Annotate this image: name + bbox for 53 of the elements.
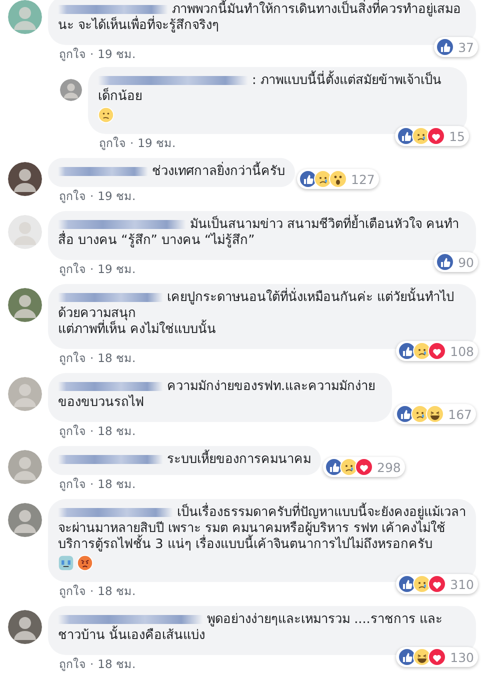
like-link[interactable]: ถูกใจ [99, 136, 126, 150]
separator-dot: · [90, 657, 94, 671]
like-link[interactable]: ถูกใจ [59, 424, 86, 438]
separator-dot: · [130, 136, 134, 150]
timestamp[interactable]: 18 ชม. [98, 351, 136, 365]
reaction-count-badge[interactable]: 127 [297, 169, 379, 189]
reaction-count-badge[interactable]: 298 [323, 457, 405, 477]
surprised-face-icon [329, 170, 347, 188]
reaction-count-badge[interactable]: 167 [394, 404, 476, 424]
like-link[interactable]: ถูกใจ [59, 584, 86, 598]
reaction-count-badge[interactable]: 90 [434, 252, 478, 272]
like-link[interactable]: ถูกใจ [59, 262, 86, 276]
comment-text: : ภาพแบบนี้นี่ตั้งแต่สมัยข้าพเจ้าเป็นเด็กน้อย [98, 73, 442, 104]
like-link[interactable]: ถูกใจ [59, 189, 86, 203]
reaction-count-badge[interactable]: 310 [396, 574, 478, 594]
separator-dot: · [90, 424, 94, 438]
like-link[interactable]: ถูกใจ [59, 657, 86, 671]
avatar[interactable] [8, 162, 42, 196]
comment-text: พูดอย่างง่ายๆและเหมารวม ....ราชการ และ ชาวบ้าน นั้นเองคือเส้นแบ่ง [58, 612, 442, 643]
separator-dot: · [90, 584, 94, 598]
timestamp[interactable]: 19 ชม. [98, 189, 136, 203]
reaction-count-badge[interactable]: 15 [395, 126, 469, 146]
laughing-face-icon [426, 405, 444, 423]
comment-text: ช่วงเทศกาลยิ่งกว่านี้ครับ [152, 164, 285, 179]
timestamp[interactable]: 18 ชม. [98, 584, 136, 598]
comment-text: เป็นเรื่องธรรมดาครับที่ปัญหาแบบนี้จะยังคงอยู่แม้เวลาจะผ่านมาหลายสิบปี เพราะ รมต คมนาคมหรือผู้บริหาร รฟท เค้าคงไม่ใช้บริการตู้รถไฟชั้น 3 แน่ๆ เรื่องแบบนี้เค้าจินตนาการไปไม่ถึงหรอกครับ [58, 505, 466, 552]
reaction-count-badge[interactable]: 108 [396, 341, 478, 361]
reaction-count-badge[interactable]: 37 [434, 37, 478, 57]
separator-dot: · [90, 47, 94, 61]
timestamp[interactable]: 19 ชม. [98, 262, 136, 276]
avatar[interactable] [8, 610, 42, 644]
separator-dot: · [90, 262, 94, 276]
separator-dot: · [90, 477, 94, 491]
like-icon [436, 253, 454, 271]
avatar[interactable] [8, 288, 42, 322]
like-link[interactable]: ถูกใจ [59, 351, 86, 365]
reaction-count-badge[interactable]: 130 [396, 647, 478, 667]
timestamp[interactable]: 19 ชม. [98, 47, 136, 61]
like-link[interactable]: ถูกใจ [59, 47, 86, 61]
like-icon [436, 38, 454, 56]
comment-text: เคยปูกระดาษนอนใต้ที่นั่งเหมือนกันค่ะ แต่วัยนั้นทำไปด้วยความสนุก แต่ภาพที่เห็น คงไม่ใช่แบบนั้น [58, 290, 454, 337]
separator-dot: · [90, 189, 94, 203]
timestamp[interactable]: 18 ชม. [98, 424, 136, 438]
worried-face-icon [98, 107, 114, 123]
comment-text: มันเป็นสนามข่าว สนามชีวิตที่ย้ำเตือนหัวใจ คนทำสื่อ บางคน “รู้สึก” บางคน “ไม่รู้สึก” [58, 217, 460, 248]
like-link[interactable]: ถูกใจ [59, 477, 86, 491]
timestamp[interactable]: 18 ชม. [98, 657, 136, 671]
timestamp[interactable]: 18 ชม. [98, 477, 136, 491]
comment-text: ความมักง่ายของรฟท.และความมักง่ายของขบวนรถไฟ [58, 379, 376, 410]
separator-dot: · [90, 351, 94, 365]
comment-text: ระบบเหี้ยของการคมนาคม [167, 452, 311, 467]
timestamp[interactable]: 19 ชม. [138, 136, 176, 150]
angry-face-icon [77, 555, 93, 571]
